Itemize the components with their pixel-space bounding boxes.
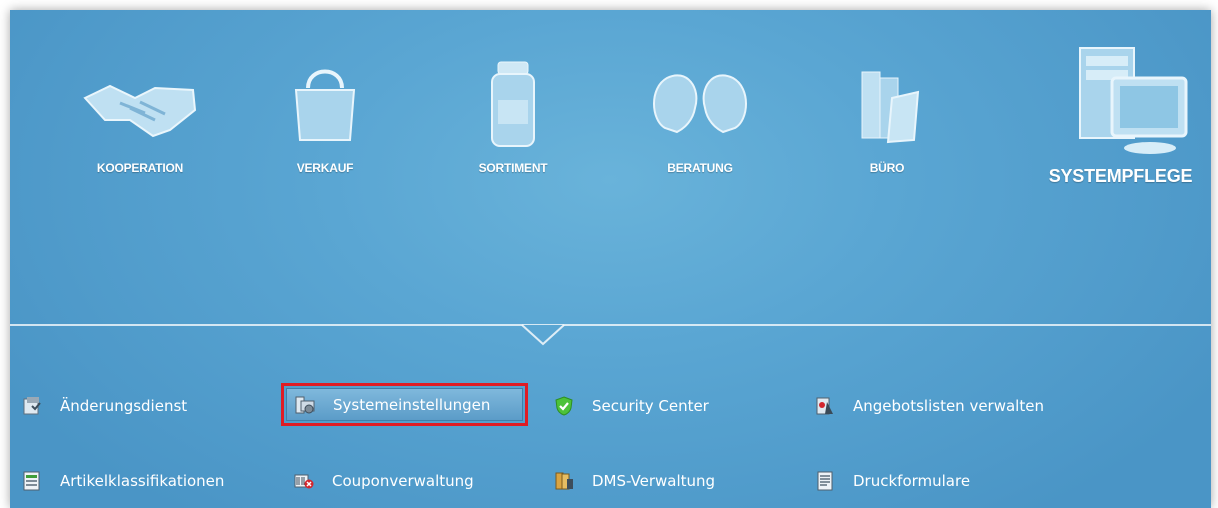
nav-label-verkauf: VERKAUF <box>296 161 354 175</box>
app-window: KOOPERATION VERKAUF SORTIMENT BERATUNG B… <box>10 10 1211 508</box>
update-service-icon <box>23 397 41 415</box>
nav-label-kooperation: KOOPERATION <box>96 161 184 175</box>
nav-beratung[interactable]: BERATUNG <box>610 58 790 208</box>
print-forms-icon <box>817 471 833 491</box>
article-classification-icon <box>23 471 40 491</box>
coupon-icon <box>294 474 314 489</box>
medicine-jar-icon <box>491 61 535 147</box>
handshake-icon <box>83 84 197 138</box>
func-artikelklassifikationen[interactable]: Artikelklassifikationen <box>22 463 224 499</box>
computer-system-icon <box>1078 47 1187 154</box>
nav-label-buero: BÜRO <box>869 161 905 175</box>
office-binders-icon <box>861 71 920 144</box>
nav-label-beratung: BERATUNG <box>667 161 733 175</box>
func-label: Couponverwaltung <box>332 472 474 490</box>
func-druckformulare[interactable]: Druckformulare <box>815 463 970 499</box>
nav-label-sortiment: SORTIMENT <box>478 161 548 175</box>
section-divider <box>10 324 1211 326</box>
dms-icon <box>555 472 573 490</box>
offer-lists-icon <box>816 397 833 415</box>
nav-systempflege[interactable]: SYSTEMPFLEGE <box>1030 38 1211 188</box>
nav-kooperation[interactable]: KOOPERATION <box>50 58 230 208</box>
nav-buero[interactable]: BÜRO <box>797 58 977 208</box>
func-label: DMS-Verwaltung <box>592 472 716 490</box>
nav-sortiment[interactable]: SORTIMENT <box>423 58 603 208</box>
func-aenderungsdienst[interactable]: Änderungsdienst <box>22 388 187 424</box>
consultation-heads-icon <box>653 74 747 134</box>
func-label: Angebotslisten verwalten <box>853 397 1044 415</box>
chevron-down-icon <box>521 324 565 346</box>
func-couponverwaltung[interactable]: Couponverwaltung <box>294 463 474 499</box>
shopping-bag-icon <box>294 69 356 141</box>
nav-verkauf[interactable]: VERKAUF <box>235 58 415 208</box>
func-label: Änderungsdienst <box>60 397 188 415</box>
func-label: Druckformulare <box>853 472 971 490</box>
func-label: Artikelklassifikationen <box>60 472 225 490</box>
func-security-center[interactable]: Security Center <box>554 388 709 424</box>
selection-highlight-box <box>281 383 528 426</box>
func-dms-verwaltung[interactable]: DMS-Verwaltung <box>554 463 715 499</box>
nav-label-systempflege: SYSTEMPFLEGE <box>1048 166 1193 186</box>
func-angebotslisten[interactable]: Angebotslisten verwalten <box>815 388 1044 424</box>
func-label: Security Center <box>592 397 709 415</box>
security-shield-icon <box>555 396 573 416</box>
